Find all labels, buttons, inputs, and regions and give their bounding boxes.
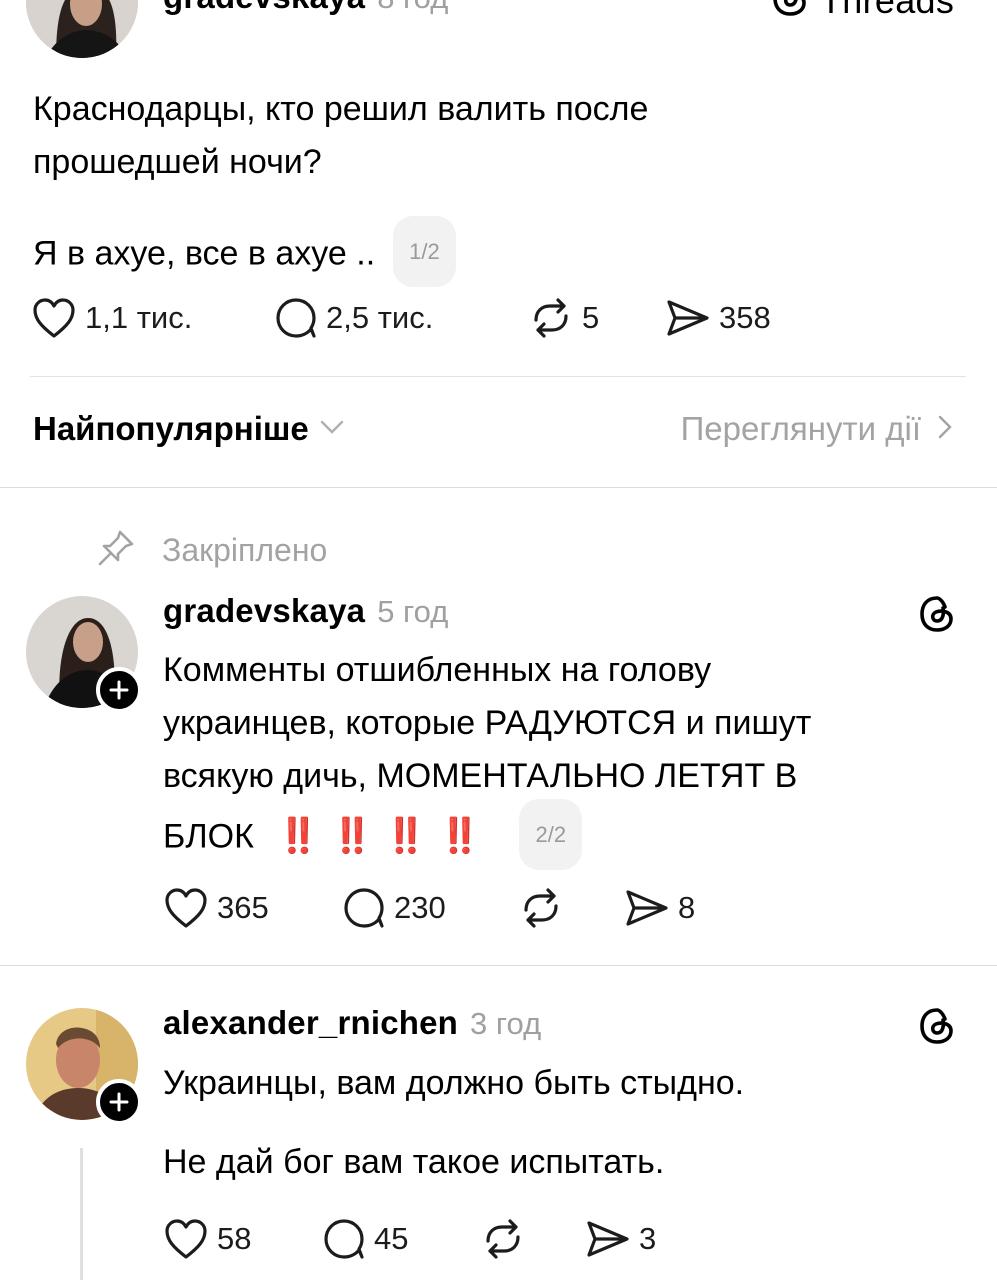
avatar[interactable] <box>26 0 138 58</box>
follow-button[interactable] <box>96 1079 142 1125</box>
sort-label: Найпопулярніше <box>33 410 309 447</box>
share-count: 8 <box>678 890 696 925</box>
post-header: gradevskaya 8 год <box>163 0 448 16</box>
comment-button[interactable]: 2,5 тис. <box>274 296 433 340</box>
share-button[interactable]: 358 <box>665 296 771 340</box>
comment-count: 45 <box>374 1221 409 1256</box>
reply-text-line: Не дай бог вам такое испытать. <box>163 1143 665 1181</box>
post-body: Краснодарцы, кто решил валить после прош… <box>33 83 953 189</box>
comment-count: 2,5 тис. <box>326 300 434 335</box>
plus-icon <box>109 1092 129 1112</box>
comment-icon <box>324 1219 364 1259</box>
heart-icon <box>33 298 75 338</box>
repost-icon <box>486 1219 520 1259</box>
view-activity-link[interactable]: Переглянути дії <box>681 410 953 448</box>
share-icon <box>587 1221 629 1257</box>
reply-header: gradevskaya 5 год <box>163 592 448 630</box>
section-divider <box>0 965 997 966</box>
repost-button[interactable] <box>518 886 564 930</box>
threads-label: Threads <box>820 0 955 21</box>
reply-text-line: всякую дичь, МОМЕНТАЛЬНО ЛЕТЯТ В <box>163 757 798 795</box>
exclamation-emoji: ‼️ ‼️ ‼️ ‼️ <box>277 817 483 856</box>
repost-icon <box>534 298 568 338</box>
chevron-down-icon <box>319 418 345 441</box>
chevron-right-icon <box>937 414 953 445</box>
like-button[interactable]: 365 <box>163 886 269 930</box>
threads-logo-icon[interactable] <box>917 594 957 639</box>
like-count: 1,1 тис. <box>85 300 193 335</box>
like-button[interactable]: 1,1 тис. <box>31 296 192 340</box>
reply-text-line: Украинцы, вам должно быть стыдно. <box>163 1064 745 1102</box>
comment-button[interactable]: 230 <box>342 886 446 930</box>
pin-icon <box>96 528 136 573</box>
heart-icon <box>165 1219 207 1259</box>
avatar-photo <box>26 0 138 58</box>
reply-body: Комменты отшибленных на голову украинцев… <box>163 644 963 874</box>
thread-pager[interactable]: 1/2 <box>393 216 456 287</box>
sort-dropdown[interactable]: Найпопулярніше <box>33 410 345 448</box>
like-count: 58 <box>217 1221 252 1256</box>
share-button[interactable]: 3 <box>585 1217 656 1261</box>
threads-logo-icon <box>770 0 810 23</box>
plus-icon <box>109 680 129 700</box>
comment-count: 230 <box>394 890 446 925</box>
share-button[interactable]: 8 <box>624 886 695 930</box>
reply-text-line: украинцев, которые РАДУЮТСЯ и пишут <box>163 704 812 742</box>
comment-icon <box>344 888 384 928</box>
repost-icon <box>524 888 558 928</box>
share-count: 358 <box>719 300 771 335</box>
thread-pager[interactable]: 2/2 <box>519 799 583 870</box>
section-divider <box>0 487 997 488</box>
post-text-line: Я в ахуе, все в ахуе .. <box>33 234 376 273</box>
post-text-line: Краснодарцы, кто решил валить после <box>33 90 649 128</box>
follow-button[interactable] <box>96 667 142 713</box>
reply-time: 3 год <box>470 1006 542 1041</box>
post-body-continued: Я в ахуе, все в ахуе .. 1/2 <box>33 216 456 291</box>
reply-last-line: БЛОК ‼️ ‼️ ‼️ ‼️ 2/2 <box>163 799 963 874</box>
threads-logo-icon[interactable] <box>917 1006 957 1051</box>
view-activity-label: Переглянути дії <box>680 410 921 447</box>
reply-time: 5 год <box>377 594 449 629</box>
post-username[interactable]: gradevskaya <box>163 0 365 15</box>
repost-button[interactable]: 5 <box>528 296 599 340</box>
repost-count: 5 <box>582 300 600 335</box>
reply-text-line: БЛОК <box>163 817 254 856</box>
reply-text-line: Комменты отшибленных на голову <box>163 651 712 689</box>
threads-brand[interactable]: Threads <box>770 0 954 23</box>
post-time: 8 год <box>377 0 448 15</box>
repost-button[interactable] <box>480 1217 526 1261</box>
thread-line <box>80 1148 83 1280</box>
pinned-indicator: Закріплено <box>96 528 327 573</box>
share-count: 3 <box>639 1221 657 1256</box>
divider <box>30 376 966 377</box>
pinned-label: Закріплено <box>162 532 328 568</box>
share-icon <box>667 300 709 336</box>
heart-icon <box>165 888 207 928</box>
reply-username[interactable]: gradevskaya <box>163 592 365 629</box>
post-text-line: прошедшей ночи? <box>33 143 322 181</box>
like-count: 365 <box>217 890 269 925</box>
reply-username[interactable]: alexander_rnichen <box>163 1004 458 1041</box>
comment-icon <box>276 298 316 338</box>
like-button[interactable]: 58 <box>163 1217 251 1261</box>
reply-header: alexander_rnichen 3 год <box>163 1004 541 1042</box>
share-icon <box>626 890 668 926</box>
comment-button[interactable]: 45 <box>322 1217 408 1261</box>
